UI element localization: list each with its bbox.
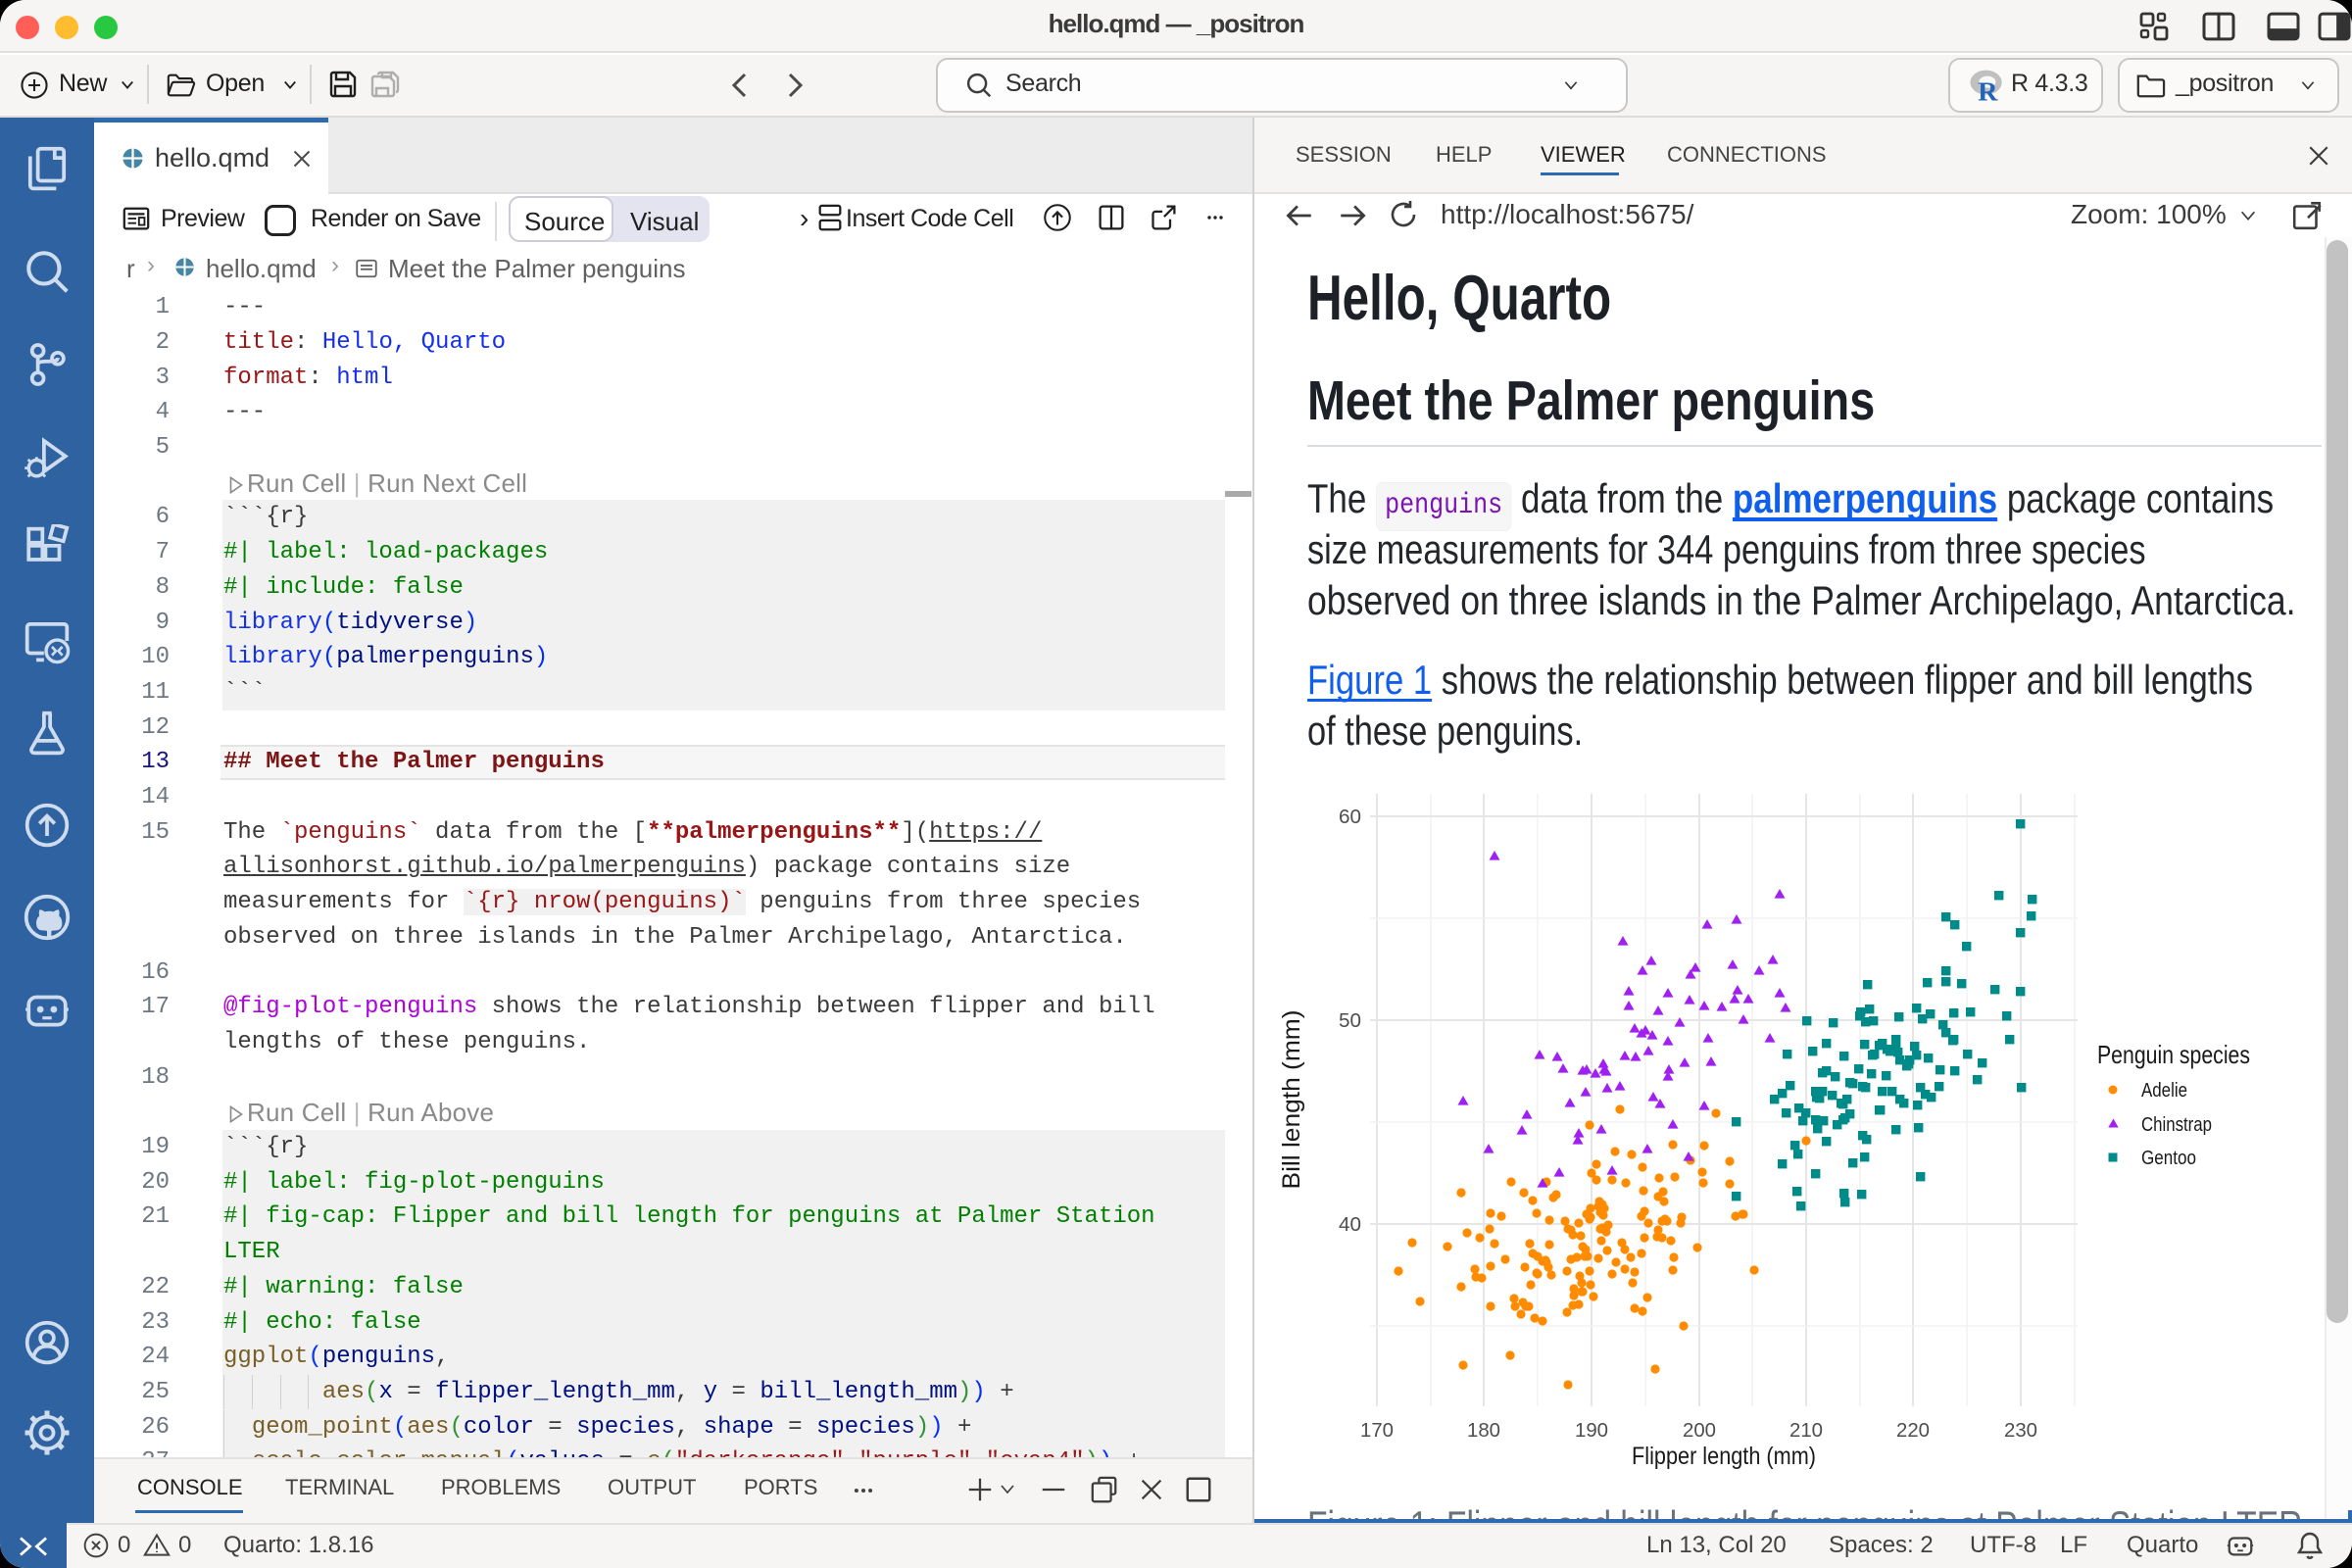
svg-text:170: 170: [1360, 1420, 1394, 1442]
svg-text:200: 200: [1683, 1420, 1716, 1442]
svg-text:Bill length (mm): Bill length (mm): [1278, 1010, 1305, 1190]
svg-text:190: 190: [1575, 1420, 1608, 1442]
svg-text:Adelie: Adelie: [2141, 1080, 2187, 1102]
svg-text:Chinstrap: Chinstrap: [2141, 1114, 2212, 1136]
svg-text:60: 60: [1339, 807, 1361, 828]
svg-text:Penguin species: Penguin species: [2097, 1040, 2250, 1069]
svg-text:210: 210: [1789, 1420, 1823, 1442]
svg-text:Gentoo: Gentoo: [2141, 1148, 2196, 1169]
svg-text:40: 40: [1339, 1214, 1361, 1236]
svg-text:180: 180: [1467, 1420, 1500, 1442]
svg-text:Flipper length (mm): Flipper length (mm): [1632, 1443, 1816, 1470]
svg-text:220: 220: [1896, 1420, 1930, 1442]
svg-text:230: 230: [2004, 1420, 2037, 1442]
svg-text:50: 50: [1339, 1010, 1361, 1032]
